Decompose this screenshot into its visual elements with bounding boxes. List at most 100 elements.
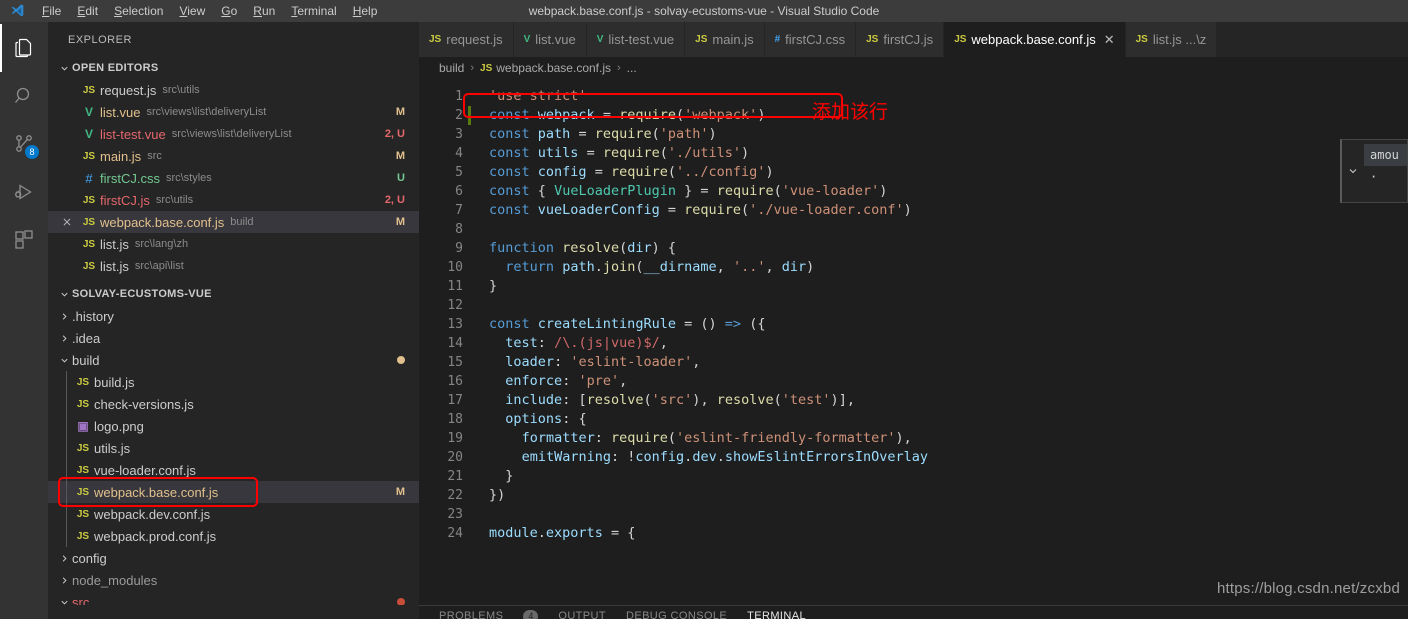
editor-tab[interactable]: Vlist-test.vue — [586, 22, 686, 57]
code-line-text: } — [489, 278, 498, 294]
code-line: 2 const webpack = require('webpack') — [419, 106, 1408, 125]
editor-tab-label: main.js — [712, 32, 754, 47]
tree-file-row[interactable]: JS webpack.prod.conf.js — [48, 525, 419, 547]
tree-file-row[interactable]: JS utils.js — [48, 437, 419, 459]
line-number: 17 — [447, 393, 463, 408]
editor-tab[interactable]: JS main.js — [685, 22, 765, 57]
open-editors-list: JS request.js src\utils Vlist.vue src\views\… — [48, 79, 419, 277]
tree-file-row[interactable]: ▣ logo.png — [48, 415, 419, 437]
suggest-item[interactable]: · — [1364, 166, 1407, 188]
editor-tab[interactable]: JS webpack.base.conf.js ✕ — [944, 22, 1126, 57]
menu-go[interactable]: Go — [213, 0, 245, 22]
open-editor-item[interactable]: JS list.js src\lang\zh — [48, 233, 419, 255]
editor-tab[interactable]: # firstCJ.css — [764, 22, 857, 57]
menu-selection[interactable]: Selection — [106, 0, 171, 22]
menu-help[interactable]: Help — [345, 0, 386, 22]
code-line: 5 const config = require('../config') — [419, 163, 1408, 182]
code-editor[interactable]: 1 'use strict' 2 const webpack = require('w… — [419, 79, 1408, 619]
open-editor-item[interactable]: JS request.js src\utils — [48, 79, 419, 101]
indent-guide — [66, 393, 67, 415]
open-editor-item[interactable]: # firstCJ.css src\styles U — [48, 167, 419, 189]
editor-tab-label: list.js ...\z — [1152, 32, 1207, 47]
tree-file-row[interactable]: JS webpack.base.conf.js M — [48, 481, 419, 503]
line-number: 18 — [447, 412, 463, 427]
open-editor-item[interactable]: Vlist-test.vue src\views\list\deliveryLis… — [48, 123, 419, 145]
panel-tab-problems[interactable]: PROBLEMS — [439, 610, 503, 619]
suggest-widget[interactable]: amou · — [1340, 139, 1408, 203]
open-editor-item[interactable]: JS list.js src\api\list — [48, 255, 419, 277]
code-line-text: }) — [489, 487, 506, 503]
editor-tab[interactable]: JS request.js — [419, 22, 514, 57]
tree-folder-row[interactable]: node_modules — [48, 569, 419, 591]
git-status-badge: 2, U — [384, 128, 405, 140]
line-number: 14 — [447, 336, 463, 351]
folder-change-dot — [397, 356, 405, 364]
open-editor-item[interactable]: JS firstCJ.js src\utils 2, U — [48, 189, 419, 211]
code-line: 16 enforce: 'pre', — [419, 372, 1408, 391]
activity-search-icon[interactable] — [0, 72, 48, 120]
code-line: 11} — [419, 277, 1408, 296]
js-file-icon: JS — [954, 34, 967, 45]
tree-file-row[interactable]: JS webpack.dev.conf.js — [48, 503, 419, 525]
line-number: 12 — [447, 298, 463, 313]
tab-close-icon[interactable]: ✕ — [1104, 32, 1115, 48]
code-line-text: const { VueLoaderPlugin } = require('vue… — [489, 183, 888, 199]
tree-file-row[interactable]: JS check-versions.js — [48, 393, 419, 415]
breadcrumb-folder[interactable]: build — [439, 61, 464, 75]
code-line: 1 'use strict' — [419, 87, 1408, 106]
vue-file-icon: V — [84, 127, 93, 141]
tree-file-row[interactable]: JS build.js — [48, 371, 419, 393]
code-line-text: emitWarning: !config.dev.showEslintError… — [521, 449, 929, 465]
open-editor-item[interactable]: JS webpack.base.conf.js build M — [48, 211, 419, 233]
code-line: 4 const utils = require('./utils') — [419, 144, 1408, 163]
tree-folder-row[interactable]: .history — [48, 305, 419, 327]
activity-extensions-icon[interactable] — [0, 216, 48, 264]
tree-file-label: webpack.dev.conf.js — [94, 506, 211, 522]
editor-tab[interactable]: JS list.js ...\z — [1125, 22, 1218, 57]
menu-view[interactable]: View — [171, 0, 213, 22]
breadcrumb-separator-icon: › — [617, 62, 621, 74]
menu-file[interactable]: File — [34, 0, 69, 22]
breadcrumb-symbol[interactable]: ... — [627, 61, 637, 75]
chevron-down-icon — [56, 349, 72, 371]
suggest-item[interactable]: amou — [1364, 144, 1407, 166]
code-line-text: const utils = require('./utils') — [489, 145, 750, 161]
git-status-badge: M — [395, 106, 405, 118]
activity-run-debug-icon[interactable] — [0, 168, 48, 216]
editor-tab-label: firstCJ.js — [883, 32, 934, 47]
open-editor-filepath: src\lang\zh — [134, 238, 189, 250]
open-editor-filepath: build — [230, 216, 254, 228]
open-editor-item[interactable]: JS main.js src M — [48, 145, 419, 167]
editor-tab[interactable]: JS firstCJ.js — [856, 22, 945, 57]
menu-edit[interactable]: Edit — [69, 0, 106, 22]
open-editor-item[interactable]: Vlist.vue src\views\list\deliveryList M — [48, 101, 419, 123]
source-control-badge: 8 — [25, 145, 39, 159]
editor-tab[interactable]: Vlist.vue — [513, 22, 587, 57]
tree-folder-row[interactable]: config — [48, 547, 419, 569]
activity-source-control-icon[interactable]: 8 — [0, 120, 48, 168]
code-line-text: const webpack = require('webpack') — [489, 107, 766, 123]
git-status-badge: M — [395, 150, 405, 162]
breadcrumb-file[interactable]: JS webpack.base.conf.js — [480, 61, 611, 75]
indent-guide — [66, 437, 67, 459]
menu-run[interactable]: Run — [245, 0, 283, 22]
code-line-text: const vueLoaderConfig = require('./vue-l… — [489, 202, 912, 218]
suggest-expand-icon[interactable] — [1342, 140, 1364, 202]
open-editor-filepath: src\utils — [162, 84, 200, 96]
js-file-icon: JS — [82, 194, 96, 206]
menu-terminal[interactable]: Terminal — [283, 0, 344, 22]
tree-file-row[interactable]: JS vue-loader.conf.js — [48, 459, 419, 481]
code-line-text: 'use strict' — [489, 88, 587, 104]
open-editors-header[interactable]: OPEN EDITORS — [48, 57, 419, 79]
activity-explorer-icon[interactable] — [0, 24, 48, 72]
project-header[interactable]: SOLVAY-ECUSTOMS-VUE — [48, 283, 419, 305]
panel-tab-debug-console[interactable]: DEBUG CONSOLE — [626, 610, 727, 619]
tree-folder-row[interactable]: .idea — [48, 327, 419, 349]
tree-folder-row[interactable]: build — [48, 349, 419, 371]
close-icon[interactable] — [56, 217, 78, 227]
line-number: 19 — [447, 431, 463, 446]
open-editor-filename: list-test.vue — [100, 126, 166, 142]
panel-tab-terminal[interactable]: TERMINAL — [747, 610, 806, 619]
panel-tab-output[interactable]: OUTPUT — [558, 610, 606, 619]
code-line: 8 — [419, 220, 1408, 239]
